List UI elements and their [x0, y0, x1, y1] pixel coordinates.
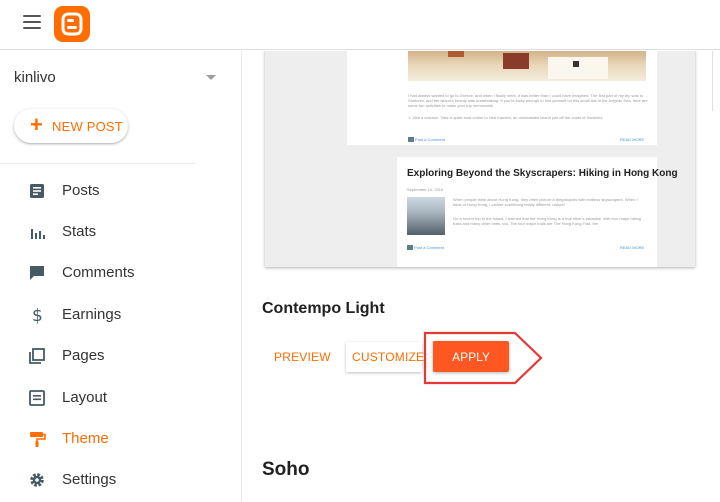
new-post-label: NEW POST	[52, 119, 123, 134]
stats-icon	[28, 223, 46, 241]
preview-button[interactable]: PREVIEW	[274, 350, 331, 364]
share-icon: <	[636, 167, 641, 176]
blogger-logo[interactable]	[54, 6, 90, 42]
preview-post-1-text: I had always wanted to go to Greece, and…	[408, 93, 648, 108]
sidebar-item-posts[interactable]: Posts	[0, 174, 242, 208]
plus-icon: +	[30, 112, 43, 137]
sidebar-item-label: Comments	[62, 264, 135, 281]
hong-kong-photo	[407, 197, 445, 235]
sidebar-item-theme[interactable]: Theme	[0, 422, 242, 456]
new-post-button[interactable]: + NEW POST	[14, 109, 128, 143]
sidebar-item-pages[interactable]: Pages	[0, 339, 242, 373]
preview-post-1-read-more: READ MORE	[620, 137, 645, 142]
preview-post-2-comment: Post a Comment	[407, 245, 444, 251]
preview-post-2-comment-label: Post a Comment	[414, 245, 444, 250]
sidebar-item-comments[interactable]: Comments	[0, 256, 242, 290]
sidebar-item-earnings[interactable]: $ Earnings	[0, 298, 242, 332]
preview-post-2-date: September 10, 2016	[407, 187, 444, 192]
theme-name: Soho	[262, 459, 310, 480]
comment-icon	[408, 137, 414, 143]
gear-icon	[28, 471, 46, 489]
theme-name: Contempo Light	[262, 300, 385, 317]
svg-text:$: $	[32, 306, 43, 324]
theme-paint-roller-icon	[28, 430, 46, 448]
top-app-bar	[0, 0, 720, 50]
preview-post-2-text-2: On a recent trip to the island, I learne…	[453, 216, 641, 226]
preview-post-1-text-2: 1. Visit a volcano. Take a quick boat cr…	[408, 115, 604, 120]
pages-icon	[28, 347, 46, 365]
dollar-icon: $	[28, 306, 46, 326]
main-content: I had always wanted to go to Greece, and…	[243, 51, 720, 502]
customize-button[interactable]: CUSTOMIZE	[346, 342, 425, 372]
customize-label: CUSTOMIZE	[352, 350, 425, 364]
sidebar-item-label: Posts	[62, 182, 100, 199]
comments-icon	[28, 264, 46, 282]
sidebar-item-label: Earnings	[62, 306, 122, 323]
preview-post-1-comment: Post a Comment	[408, 137, 445, 143]
chevron-down-icon	[206, 75, 216, 80]
comment-icon	[407, 245, 413, 251]
sidebar-item-label: Stats	[62, 223, 97, 240]
preview-post-1-comment-label: Post a Comment	[415, 137, 445, 142]
next-theme-card-edge	[712, 51, 720, 111]
sidebar-item-label: Theme	[62, 430, 109, 447]
apply-button[interactable]: APPLY	[433, 341, 509, 372]
preview-post-1: I had always wanted to go to Greece, and…	[347, 51, 657, 145]
preview-post-2-text: When people think about Hong Kong, they …	[453, 197, 638, 207]
sidebar-item-label: Layout	[62, 389, 108, 406]
santorini-photo	[408, 51, 646, 81]
apply-label: APPLY	[452, 350, 490, 364]
sidebar-item-settings[interactable]: Settings	[0, 463, 242, 497]
hamburger-menu-icon[interactable]	[23, 15, 41, 29]
sidebar: kinlivo + NEW POST Posts Stats Comments …	[0, 51, 242, 502]
sidebar-item-label: Settings	[62, 471, 117, 488]
sidebar-item-label: Pages	[62, 347, 105, 364]
sidebar-item-layout[interactable]: Layout	[0, 381, 242, 415]
preview-post-2: Exploring Beyond the Skyscrapers: Hiking…	[397, 157, 678, 267]
sidebar-item-stats[interactable]: Stats	[0, 215, 242, 249]
preview-post-2-read-more: READ MORE	[620, 245, 645, 250]
blog-selector[interactable]: kinlivo	[14, 69, 224, 89]
theme-preview-thumbnail[interactable]: I had always wanted to go to Greece, and…	[265, 51, 695, 267]
blog-name: kinlivo	[14, 69, 56, 86]
sidebar-divider	[0, 163, 196, 164]
posts-icon	[28, 182, 46, 200]
layout-icon	[28, 389, 46, 407]
